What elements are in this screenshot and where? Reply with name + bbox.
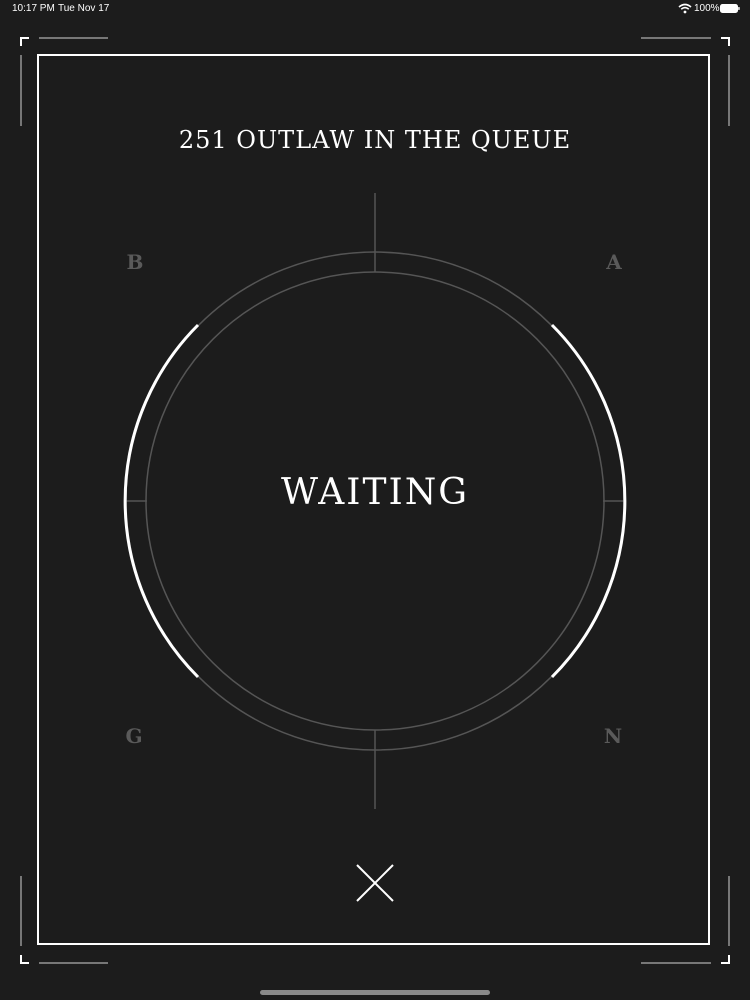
corner-letter-b: B xyxy=(126,250,144,274)
corner-letter-a: A xyxy=(606,250,622,274)
corner-letter-n: N xyxy=(603,724,623,748)
battery-percentage: 100% xyxy=(694,3,720,14)
status-bar: 10:17 PM Tue Nov 17 100% xyxy=(0,0,750,18)
waiting-status-label: WAITING xyxy=(281,472,469,513)
corner-letter-g: G xyxy=(125,724,143,748)
matchmaking-screen: 10:17 PM Tue Nov 17 100% 251 OUTLAW IN T… xyxy=(0,0,750,1000)
home-indicator[interactable] xyxy=(260,990,490,995)
battery-icon xyxy=(720,4,740,13)
wifi-icon xyxy=(678,3,692,14)
status-time: 10:17 PM xyxy=(12,3,55,14)
status-date: Tue Nov 17 xyxy=(58,3,110,14)
cancel-queue-button[interactable] xyxy=(352,860,398,906)
close-icon xyxy=(356,864,394,902)
queue-count-title: 251 OUTLAW IN THE QUEUE xyxy=(178,126,572,154)
